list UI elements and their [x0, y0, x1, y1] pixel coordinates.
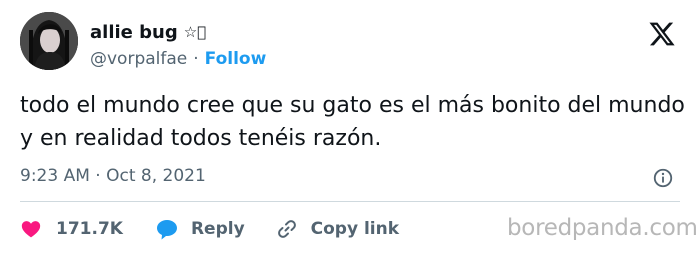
like-count: 171.7K — [56, 219, 123, 239]
speech-bubble-icon — [156, 220, 177, 240]
author-handle[interactable]: @vorpalfae — [90, 49, 187, 69]
link-icon — [277, 220, 296, 238]
divider — [20, 201, 680, 202]
x-logo-icon[interactable] — [648, 20, 676, 48]
separator-dot: · — [193, 49, 199, 69]
info-icon[interactable] — [652, 167, 674, 189]
tweet-card: allie bug ☆🏻 @vorpalfae · Follow todo el… — [0, 0, 700, 256]
copy-link-label: Copy link — [310, 219, 400, 239]
reply-label: Reply — [190, 219, 245, 239]
author-name-row: allie bug ☆🏻 — [90, 20, 206, 44]
heart-icon — [21, 221, 41, 238]
avatar-image — [20, 12, 78, 70]
follow-button[interactable]: Follow — [205, 49, 267, 69]
like-button[interactable]: 171.7K — [20, 218, 123, 240]
tweet-text: todo el mundo cree que su gato es el más… — [20, 93, 685, 151]
copy-link-button[interactable]: Copy link — [275, 217, 399, 241]
author-handle-row: @vorpalfae · Follow — [90, 48, 266, 70]
display-name[interactable]: allie bug — [90, 22, 178, 43]
name-emoji: ☆🏻 — [183, 23, 207, 41]
action-bar: 171.7K Reply Copy link — [20, 214, 399, 244]
reply-button[interactable]: Reply — [155, 217, 245, 241]
avatar[interactable] — [20, 12, 78, 70]
watermark: boredpanda.com — [507, 215, 698, 241]
tweet-timestamp[interactable]: 9:23 AM · Oct 8, 2021 — [20, 166, 206, 186]
